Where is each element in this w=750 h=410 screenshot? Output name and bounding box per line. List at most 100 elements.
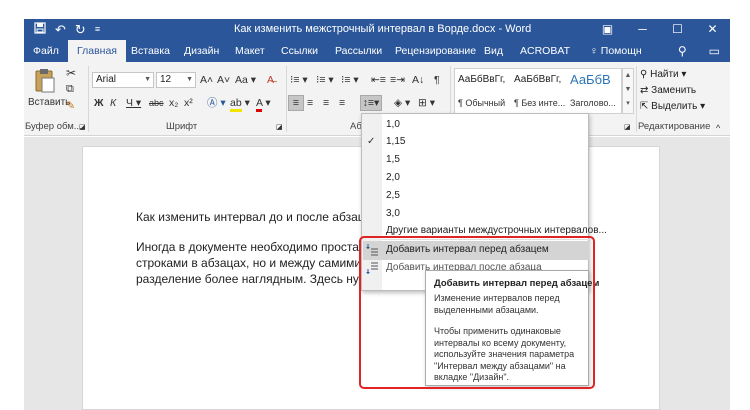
italic-icon[interactable]: К bbox=[110, 96, 116, 110]
shrink-font-icon[interactable]: A˅ bbox=[217, 73, 230, 87]
shading-icon[interactable]: ◈ ▾ bbox=[394, 96, 410, 110]
window-controls: ▣ ─ ☐ ✕ bbox=[590, 19, 730, 40]
font-name-select[interactable]: Arial ▼ bbox=[92, 72, 154, 88]
collapse-ribbon-icon[interactable]: ^ bbox=[716, 121, 720, 135]
tooltip: Добавить интервал перед абзацем Изменени… bbox=[425, 270, 599, 386]
account-icon[interactable]: ⚲ bbox=[678, 40, 687, 62]
sort-icon[interactable]: A↓ bbox=[412, 73, 424, 87]
undo-icon[interactable]: ↶ bbox=[55, 19, 66, 40]
paste-button[interactable]: Вставить bbox=[28, 96, 70, 110]
decrease-indent-icon[interactable]: ⇤≡ bbox=[371, 73, 386, 87]
group-divider bbox=[286, 66, 287, 132]
font-name-value: Arial bbox=[96, 74, 117, 85]
tab-insert[interactable]: Вставка bbox=[131, 40, 170, 62]
format-painter-icon[interactable]: ✎ bbox=[66, 99, 75, 113]
tab-file[interactable]: Файл bbox=[33, 40, 59, 62]
tooltip-title: Добавить интервал перед абзацем bbox=[434, 278, 600, 289]
borders-icon[interactable]: ⊞ ▾ bbox=[418, 96, 435, 110]
maximize-icon[interactable]: ☐ bbox=[660, 19, 695, 40]
tab-mailings[interactable]: Рассылки bbox=[335, 40, 382, 62]
align-left-icon[interactable]: ≡ bbox=[288, 95, 304, 111]
add-space-before-label: Добавить интервал перед абзацем bbox=[386, 244, 549, 255]
tab-view[interactable]: Вид bbox=[484, 40, 503, 62]
replace-button[interactable]: ⇄ Заменить bbox=[640, 85, 696, 96]
align-center-icon[interactable]: ≡ bbox=[307, 96, 313, 110]
bold-icon[interactable]: Ж bbox=[94, 96, 104, 110]
increase-indent-icon[interactable]: ≡⇥ bbox=[390, 73, 405, 87]
document-line[interactable]: Иногда в документе необходимо простав bbox=[136, 239, 365, 255]
align-right-icon[interactable]: ≡ bbox=[323, 96, 329, 110]
change-case-button[interactable]: Aa ▾ bbox=[235, 73, 256, 87]
spacing-option[interactable]: 1,15 bbox=[386, 136, 405, 147]
paste-icon[interactable] bbox=[34, 68, 56, 94]
chevron-up-icon[interactable]: ▲ bbox=[623, 69, 633, 83]
change-case-label: Aa bbox=[235, 74, 248, 86]
justify-icon[interactable]: ≡ bbox=[339, 96, 345, 110]
subscript-icon[interactable]: x₂ bbox=[169, 96, 178, 110]
chevron-down-icon[interactable]: ▼ bbox=[623, 83, 633, 97]
more-spacing-options[interactable]: Другие варианты междустрочных интервалов… bbox=[386, 225, 607, 236]
style-heading-1[interactable]: АаБбВ Заголово... bbox=[567, 69, 623, 113]
line-spacing-icon[interactable]: ↕≡▾ bbox=[360, 95, 382, 111]
copy-icon[interactable]: ⧉ bbox=[66, 82, 74, 96]
customize-qat-icon[interactable]: ≡ bbox=[95, 19, 100, 40]
styles-launcher-icon[interactable]: ◪ bbox=[624, 121, 631, 135]
bullets-icon[interactable]: ⁝≡ ▾ bbox=[290, 73, 308, 87]
style-no-spacing[interactable]: АаБбВвГг, ¶ Без инте... bbox=[511, 69, 567, 113]
underline-icon[interactable]: Ч ▾ bbox=[126, 96, 141, 110]
show-marks-icon[interactable]: ¶ bbox=[434, 73, 440, 87]
style-normal[interactable]: АаБбВвГг, ¶ Обычный bbox=[455, 69, 511, 113]
font-size-value: 12 bbox=[160, 74, 172, 85]
style-sample: АаБбВвГг, bbox=[458, 74, 506, 85]
spacing-option[interactable]: 2,5 bbox=[386, 190, 400, 201]
tab-references[interactable]: Ссылки bbox=[281, 40, 318, 62]
more-styles-icon[interactable]: ▾ bbox=[623, 97, 633, 111]
strikethrough-icon[interactable]: abc bbox=[149, 96, 164, 110]
spacing-option[interactable]: 1,5 bbox=[386, 154, 400, 165]
add-space-before-option[interactable]: Добавить интервал перед абзацем bbox=[386, 244, 549, 255]
minimize-icon[interactable]: ─ bbox=[625, 19, 660, 40]
font-color-icon[interactable]: A ▾ bbox=[256, 96, 271, 112]
menu-divider bbox=[382, 239, 590, 240]
font-size-select[interactable]: 12 ▼ bbox=[156, 72, 196, 88]
spacing-option[interactable]: 2,0 bbox=[386, 172, 400, 183]
tab-home[interactable]: Главная bbox=[68, 40, 126, 62]
tab-acrobat[interactable]: ACROBAT bbox=[520, 40, 570, 62]
tell-me-search[interactable]: ♀ Помощн bbox=[590, 40, 642, 62]
tab-review[interactable]: Рецензирование bbox=[395, 40, 476, 62]
spacing-option[interactable]: 3,0 bbox=[386, 208, 400, 219]
styles-scroll[interactable]: ▲ ▼ ▾ bbox=[622, 68, 634, 114]
tab-layout[interactable]: Макет bbox=[235, 40, 265, 62]
find-label: Найти bbox=[650, 69, 679, 80]
superscript-icon[interactable]: x² bbox=[184, 96, 193, 110]
space-after-icon bbox=[365, 262, 379, 274]
select-label: Выделить bbox=[651, 101, 698, 112]
style-name: Заголово... bbox=[570, 98, 616, 108]
save-icon[interactable] bbox=[34, 19, 46, 40]
close-icon[interactable]: ✕ bbox=[695, 19, 730, 40]
replace-icon: ⇄ bbox=[640, 85, 649, 96]
spacing-option[interactable]: 1,0 bbox=[386, 119, 400, 130]
ribbon-display-icon[interactable]: ▣ bbox=[590, 19, 625, 40]
clipboard-launcher-icon[interactable]: ◪ bbox=[79, 121, 86, 135]
text-effects-icon[interactable]: Ⓐ ▾ bbox=[207, 96, 226, 110]
line-spacing-menu: 1,0 ✓ 1,15 1,5 2,0 2,5 3,0 Другие вариан… bbox=[361, 113, 607, 291]
find-button[interactable]: ⚲ Найти ▾ bbox=[640, 69, 686, 80]
font-launcher-icon[interactable]: ◪ bbox=[276, 121, 283, 135]
title-bar: ↶ ↻ ≡ Как изменить межстрочный интервал … bbox=[24, 19, 730, 40]
numbering-icon[interactable]: ⁝≡ ▾ bbox=[316, 73, 334, 87]
redo-icon[interactable]: ↻ bbox=[75, 19, 86, 40]
editing-group-label: Редактирование bbox=[638, 121, 711, 132]
multilevel-list-icon[interactable]: ⁝≡ ▾ bbox=[341, 73, 359, 87]
cut-icon[interactable]: ✂ bbox=[66, 66, 76, 80]
grow-font-icon[interactable]: A˄ bbox=[200, 73, 213, 87]
styles-gallery: АаБбВвГг, ¶ Обычный АаБбВвГг, ¶ Без инте… bbox=[454, 68, 622, 114]
checkmark-icon: ✓ bbox=[367, 136, 376, 147]
select-button[interactable]: ⇱ Выделить ▾ bbox=[640, 101, 705, 112]
document-heading[interactable]: Как изменить интервал до и после абзаце bbox=[136, 209, 371, 225]
clear-formatting-icon[interactable]: A̶ bbox=[267, 73, 274, 87]
tab-design[interactable]: Дизайн bbox=[184, 40, 219, 62]
comments-icon[interactable]: ▭ bbox=[709, 40, 720, 62]
document-line[interactable]: строками в абзацах, но и между самими bbox=[136, 255, 361, 271]
highlight-color-icon[interactable]: ab ▾ bbox=[230, 96, 250, 112]
